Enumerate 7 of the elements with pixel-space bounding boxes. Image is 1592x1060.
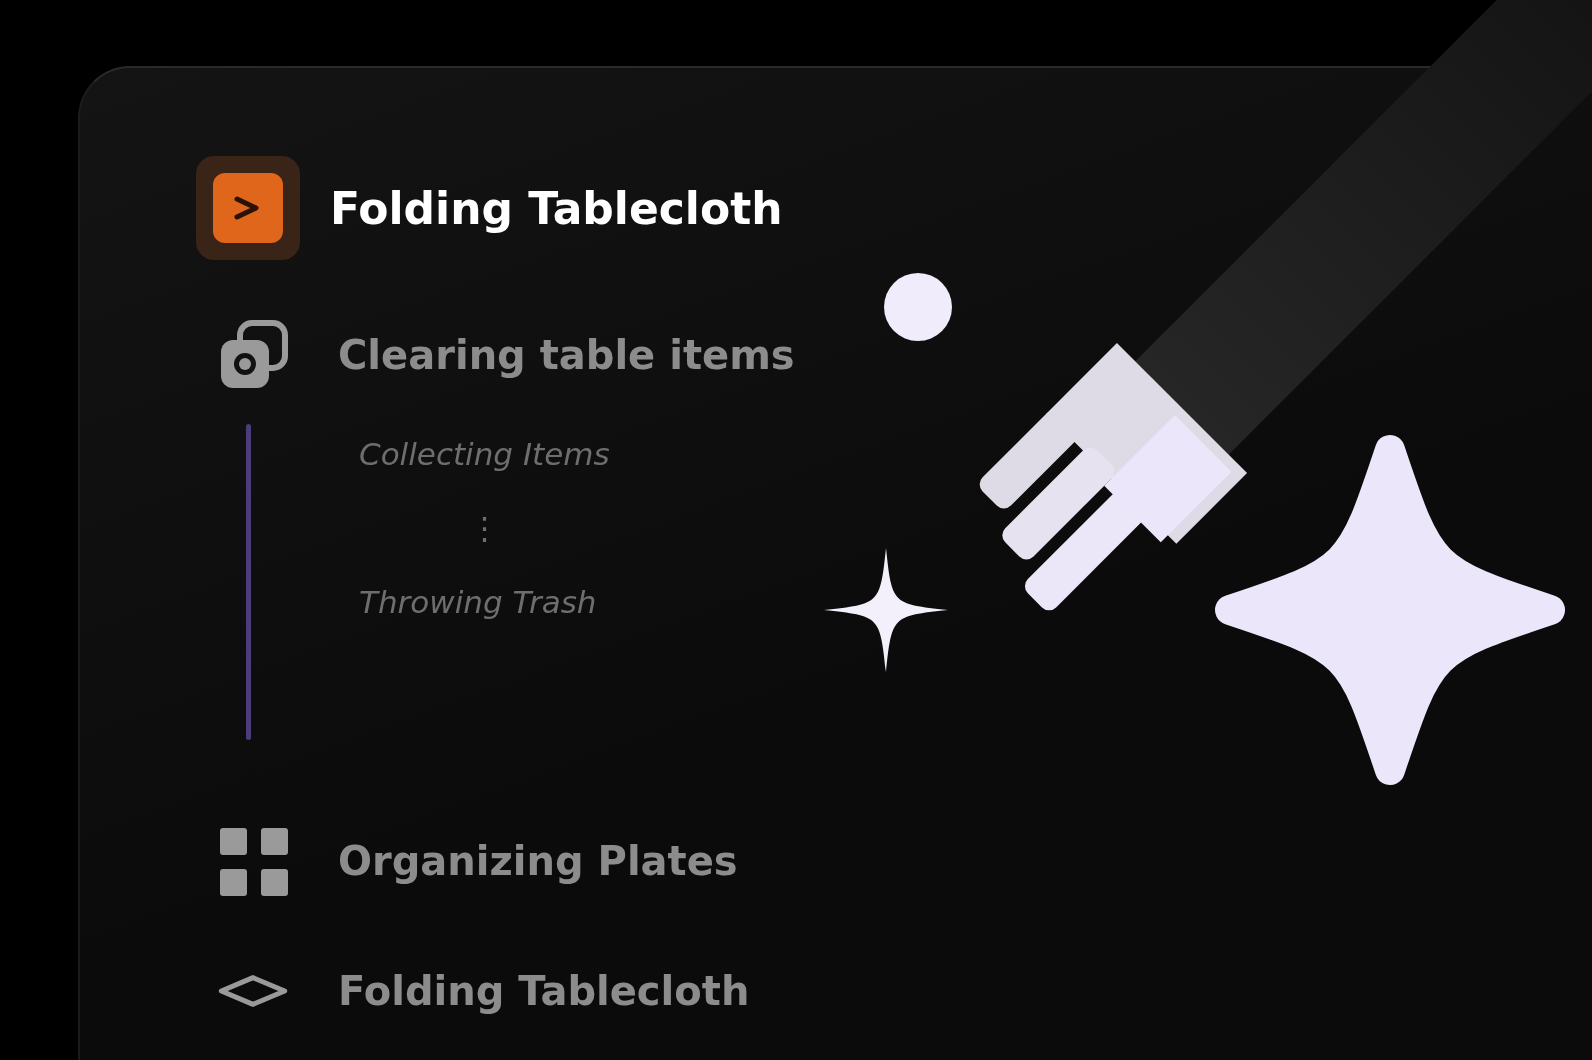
nav-item[interactable]: Folding Tablecloth [338, 968, 750, 1014]
nav-item[interactable]: Clearing table items [338, 332, 795, 378]
more-dots: ⋮ [468, 510, 501, 546]
nav-item[interactable]: Organizing Plates [338, 838, 738, 884]
sub-item[interactable]: Throwing Trash [359, 584, 610, 620]
sub-item[interactable]: Collecting Items [359, 436, 610, 472]
app-title: Folding Tablecloth [330, 182, 783, 234]
